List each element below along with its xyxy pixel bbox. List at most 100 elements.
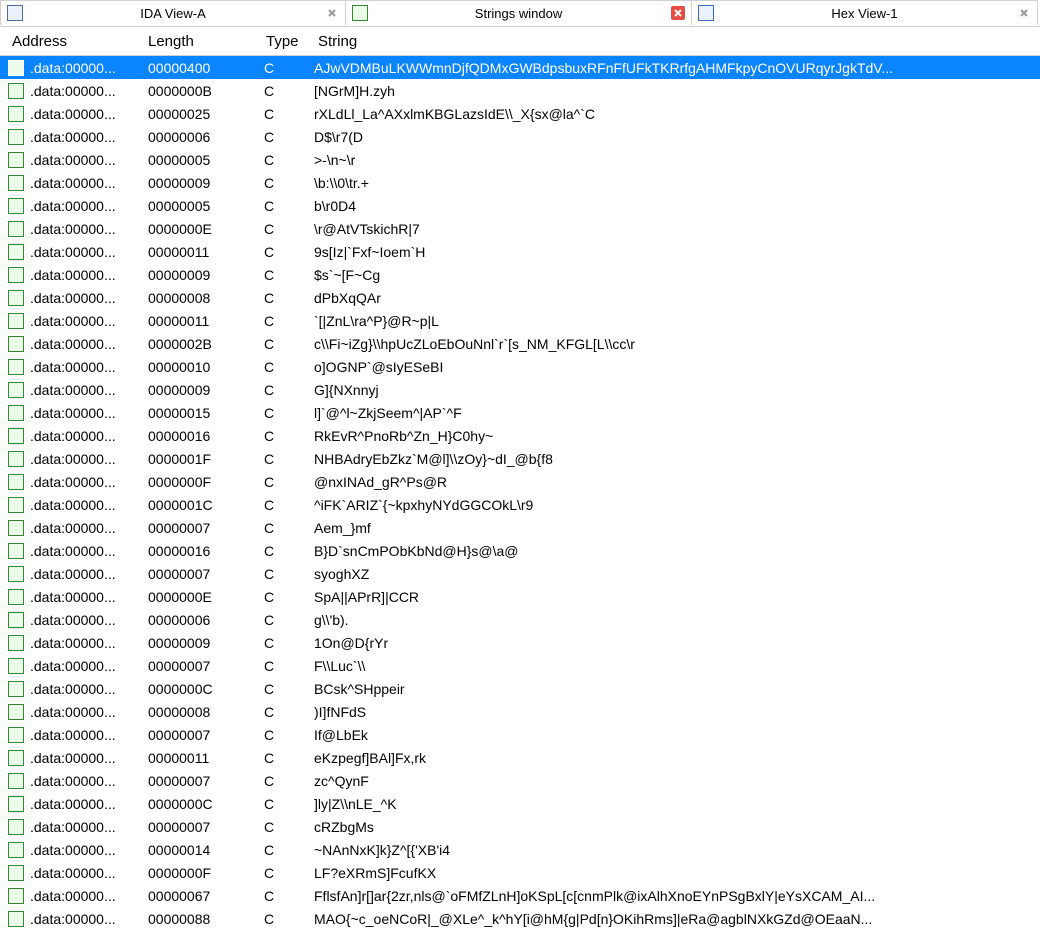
table-row[interactable]: .data:00000...00000025CrXLdLl_La^AXxlmKB… (0, 102, 1040, 125)
cell-type: C (264, 428, 314, 444)
cell-type: C (264, 727, 314, 743)
cell-string: ~NAnNxK]k}Z^[{'XB'i4 (314, 842, 1040, 858)
string-icon (8, 244, 30, 260)
cell-type: C (264, 198, 314, 214)
cell-string: G]{NXnnyj (314, 382, 1040, 398)
cell-type: C (264, 911, 314, 927)
tab-ida-view-a[interactable]: IDA View-A (0, 0, 346, 25)
table-row[interactable]: .data:00000...00000016CRkEvR^PnoRb^Zn_H}… (0, 424, 1040, 447)
string-icon (8, 796, 30, 812)
cell-string: SpA||APrR]|CCR (314, 589, 1040, 605)
close-icon[interactable] (671, 6, 685, 20)
table-row[interactable]: .data:00000...00000011C9s[Iz|`Fxf~Ioem`H (0, 240, 1040, 263)
cell-type: C (264, 796, 314, 812)
cell-type: C (264, 566, 314, 582)
cell-address: .data:00000... (30, 727, 148, 743)
table-row[interactable]: .data:00000...00000009CG]{NXnnyj (0, 378, 1040, 401)
cell-string: c\\Fi~iZg}\\hpUcZLoEbOuNnl`r`[s_NM_KFGL[… (314, 336, 1040, 352)
close-icon[interactable] (1017, 6, 1031, 20)
table-row[interactable]: .data:00000...00000007CF\\Luc`\\ (0, 654, 1040, 677)
table-row[interactable]: .data:00000...0000000EC\r@AtVTskichR|7 (0, 217, 1040, 240)
cell-string: l]`@^l~ZkjSeem^|AP`^F (314, 405, 1040, 421)
tab-hex-view-1[interactable]: Hex View-1 (692, 0, 1038, 25)
table-row[interactable]: .data:00000...00000007CcRZbgMs (0, 815, 1040, 838)
cell-type: C (264, 612, 314, 628)
table-row[interactable]: .data:00000...00000009C\b:\\0\tr.+ (0, 171, 1040, 194)
column-header-length[interactable]: Length (148, 33, 266, 50)
cell-type: C (264, 520, 314, 536)
cell-string: 9s[Iz|`Fxf~Ioem`H (314, 244, 1040, 260)
table-row[interactable]: .data:00000...00000067CFflsfAn]r[]ar{2zr… (0, 884, 1040, 907)
column-header-type[interactable]: Type (266, 33, 318, 50)
cell-length: 00000007 (148, 658, 264, 674)
string-icon (8, 474, 30, 490)
string-icon (8, 267, 30, 283)
table-row[interactable]: .data:00000...0000000ECSpA||APrR]|CCR (0, 585, 1040, 608)
table-row[interactable]: .data:00000...0000001FCNHBAdryEbZkz`M@l]… (0, 447, 1040, 470)
table-row[interactable]: .data:00000...00000006Cg\\'b). (0, 608, 1040, 631)
table-row[interactable]: .data:00000...00000011CeKzpegf]BAl]Fx,rk (0, 746, 1040, 769)
table-row[interactable]: .data:00000...0000002BCc\\Fi~iZg}\\hpUcZ… (0, 332, 1040, 355)
table-row[interactable]: .data:00000...0000000FCLF?eXRmS]FcufKX (0, 861, 1040, 884)
cell-address: .data:00000... (30, 313, 148, 329)
cell-length: 00000014 (148, 842, 264, 858)
table-row[interactable]: .data:00000...0000000CC]ly|Z\\nLE_^K (0, 792, 1040, 815)
cell-address: .data:00000... (30, 773, 148, 789)
cell-type: C (264, 451, 314, 467)
cell-string: ^iFK`ARIZ`{~kpxhyNYdGGCOkL\r9 (314, 497, 1040, 513)
table-row[interactable]: .data:00000...00000005Cb\r0D4 (0, 194, 1040, 217)
table-row[interactable]: .data:00000...0000001CC^iFK`ARIZ`{~kpxhy… (0, 493, 1040, 516)
table-row[interactable]: .data:00000...0000000BC[NGrM]H.zyh (0, 79, 1040, 102)
table-row[interactable]: .data:00000...00000014C~NAnNxK]k}Z^[{'XB… (0, 838, 1040, 861)
table-row[interactable]: .data:00000...00000008CdPbXqQAr (0, 286, 1040, 309)
table-row[interactable]: .data:00000...00000007Czc^QynF (0, 769, 1040, 792)
cell-string: cRZbgMs (314, 819, 1040, 835)
tab-strings-window[interactable]: Strings window (346, 0, 692, 25)
table-row[interactable]: .data:00000...00000088CMAO{~c_oeNCoR|_@X… (0, 907, 1040, 930)
table-row[interactable]: .data:00000...00000400CAJwVDMBuLKWWmnDjf… (0, 56, 1040, 79)
cell-string: RkEvR^PnoRb^Zn_H}C0hy~ (314, 428, 1040, 444)
cell-length: 00000011 (148, 750, 264, 766)
cell-type: C (264, 313, 314, 329)
table-row[interactable]: .data:00000...00000010Co]OGNP`@sIyESeBI (0, 355, 1040, 378)
close-icon[interactable] (325, 6, 339, 20)
table-row[interactable]: .data:00000...00000011C`[|ZnL\ra^P}@R~p|… (0, 309, 1040, 332)
table-row[interactable]: .data:00000...00000008C)I]fNFdS (0, 700, 1040, 723)
cell-length: 00000007 (148, 773, 264, 789)
cell-address: .data:00000... (30, 451, 148, 467)
cell-type: C (264, 750, 314, 766)
table-row[interactable]: .data:00000...00000006CD$\r7(D (0, 125, 1040, 148)
table-row[interactable]: .data:00000...00000009C1On@D{rYr (0, 631, 1040, 654)
tab-icon (7, 5, 23, 21)
table-row[interactable]: .data:00000...0000000FC@nxINAd_gR^Ps@R (0, 470, 1040, 493)
string-icon (8, 451, 30, 467)
cell-length: 0000001C (148, 497, 264, 513)
string-icon (8, 290, 30, 306)
column-header-address[interactable]: Address (12, 33, 148, 50)
table-row[interactable]: .data:00000...00000007CIf@LbEk (0, 723, 1040, 746)
cell-type: C (264, 129, 314, 145)
cell-string: BCsk^SHppeir (314, 681, 1040, 697)
cell-string: $s`~[F~Cg (314, 267, 1040, 283)
table-row[interactable]: .data:00000...0000000CCBCsk^SHppeir (0, 677, 1040, 700)
cell-string: Aem_}mf (314, 520, 1040, 536)
string-icon (8, 911, 30, 927)
cell-length: 00000011 (148, 244, 264, 260)
tab-icon (698, 5, 714, 21)
string-icon (8, 60, 30, 76)
cell-type: C (264, 60, 314, 76)
cell-address: .data:00000... (30, 589, 148, 605)
table-row[interactable]: .data:00000...00000005C>-\n~\r (0, 148, 1040, 171)
column-header-string[interactable]: String (318, 33, 1040, 50)
cell-type: C (264, 842, 314, 858)
string-icon (8, 865, 30, 881)
table-row[interactable]: .data:00000...00000007CsyoghXZ (0, 562, 1040, 585)
cell-address: .data:00000... (30, 244, 148, 260)
table-row[interactable]: .data:00000...00000016CB}D`snCmPObKbNd@H… (0, 539, 1040, 562)
table-row[interactable]: .data:00000...00000009C$s`~[F~Cg (0, 263, 1040, 286)
string-icon (8, 497, 30, 513)
cell-length: 00000007 (148, 727, 264, 743)
table-row[interactable]: .data:00000...00000007CAem_}mf (0, 516, 1040, 539)
cell-length: 00000400 (148, 60, 264, 76)
table-row[interactable]: .data:00000...00000015Cl]`@^l~ZkjSeem^|A… (0, 401, 1040, 424)
